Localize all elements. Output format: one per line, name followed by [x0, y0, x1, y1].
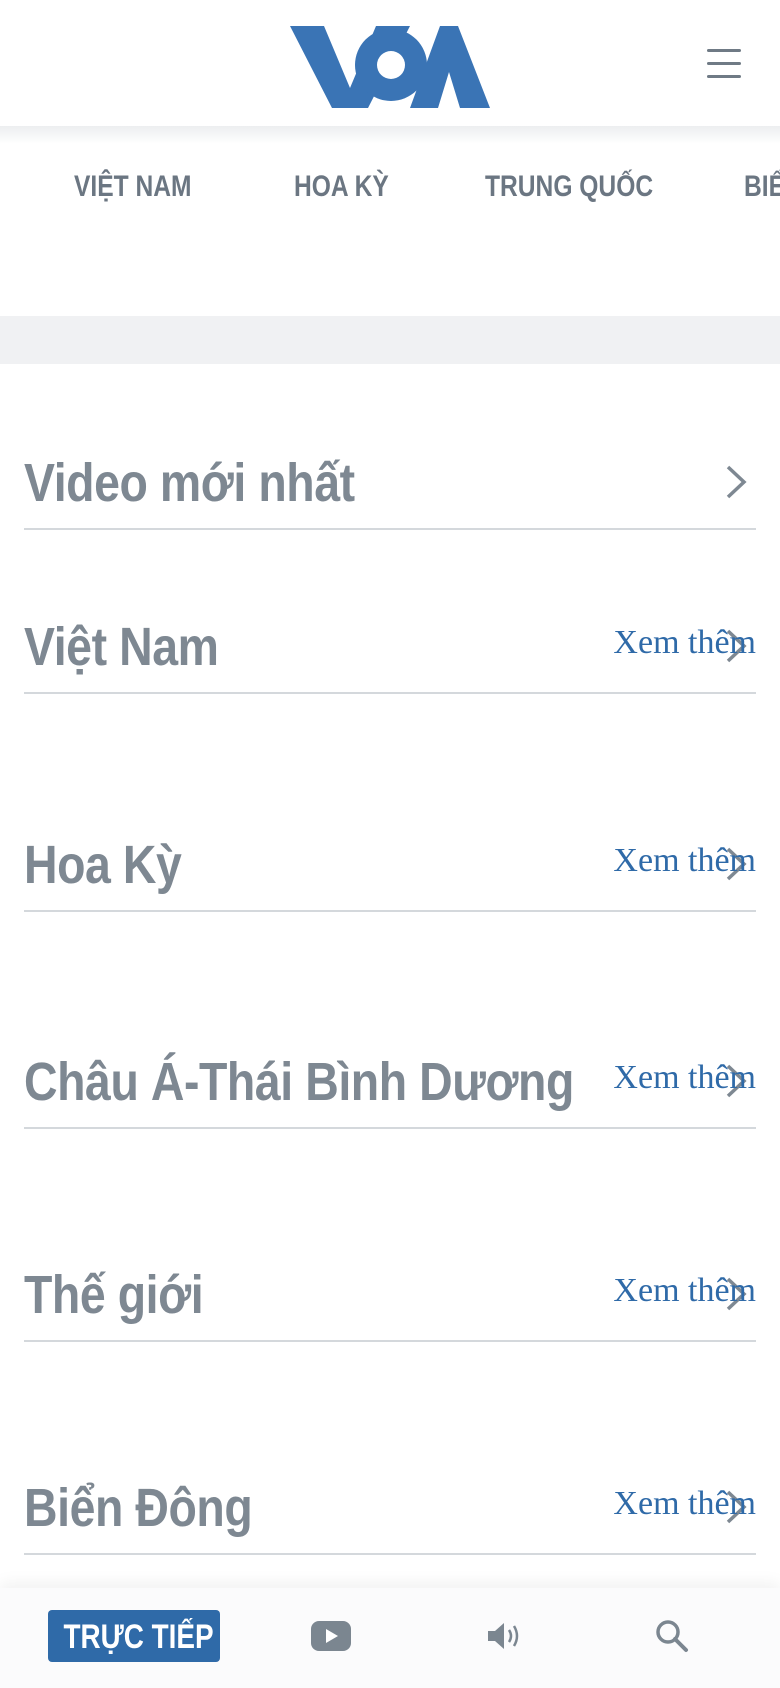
live-button[interactable]: TRỰC TIẾP: [48, 1610, 220, 1662]
voa-logo[interactable]: [290, 26, 490, 108]
section-hoa-ky: Hoa Kỳ Xem thêm: [24, 832, 756, 912]
section-title: Việt Nam: [24, 617, 219, 677]
section-bien-dong: Biển Đông Xem thêm: [24, 1475, 756, 1555]
live-button-label: TRỰC TIẾP: [63, 1618, 214, 1656]
see-more-link[interactable]: Xem thêm: [613, 1059, 756, 1097]
header: [0, 0, 780, 126]
nav-item-bien-dong[interactable]: BIỂN ĐÔNG: [744, 170, 780, 204]
hamburger-menu-icon[interactable]: [700, 44, 748, 84]
section-title: Châu Á-Thái Bình Dương: [24, 1052, 574, 1112]
nav-item-hoa-ky[interactable]: HOA KỲ: [294, 170, 389, 204]
section-header[interactable]: Video mới nhất: [24, 450, 756, 530]
section-chau-a-thai-binh-duong: Châu Á-Thái Bình Dương Xem thêm: [24, 1049, 756, 1129]
see-more-link[interactable]: Xem thêm: [613, 624, 756, 662]
bottom-toolbar: TRỰC TIẾP: [0, 1588, 780, 1688]
divider-band: [0, 316, 780, 364]
see-more-link[interactable]: Xem thêm: [613, 842, 756, 880]
nav-shadow: [0, 126, 780, 144]
section-title: Biển Đông: [24, 1478, 253, 1538]
section-video-moi-nhat: Video mới nhất: [24, 450, 756, 530]
nav-item-trung-quoc[interactable]: TRUNG QUỐC: [485, 170, 653, 204]
search-icon[interactable]: [654, 1618, 690, 1654]
chevron-right-icon: [726, 465, 747, 499]
section-the-gioi: Thế giới Xem thêm: [24, 1262, 756, 1342]
audio-speaker-icon[interactable]: [486, 1619, 524, 1653]
see-more-link[interactable]: Xem thêm: [613, 1485, 756, 1523]
section-title: Hoa Kỳ: [24, 835, 182, 895]
see-more-link[interactable]: Xem thêm: [613, 1272, 756, 1310]
nav-item-viet-nam[interactable]: VIỆT NAM: [74, 170, 192, 204]
section-title: Video mới nhất: [24, 453, 355, 513]
category-nav: VIỆT NAM HOA KỲ TRUNG QUỐC BIỂN ĐÔNG: [0, 126, 780, 316]
section-title: Thế giới: [24, 1265, 204, 1325]
section-viet-nam: Việt Nam Xem thêm: [24, 614, 756, 694]
video-play-icon[interactable]: [310, 1620, 352, 1652]
